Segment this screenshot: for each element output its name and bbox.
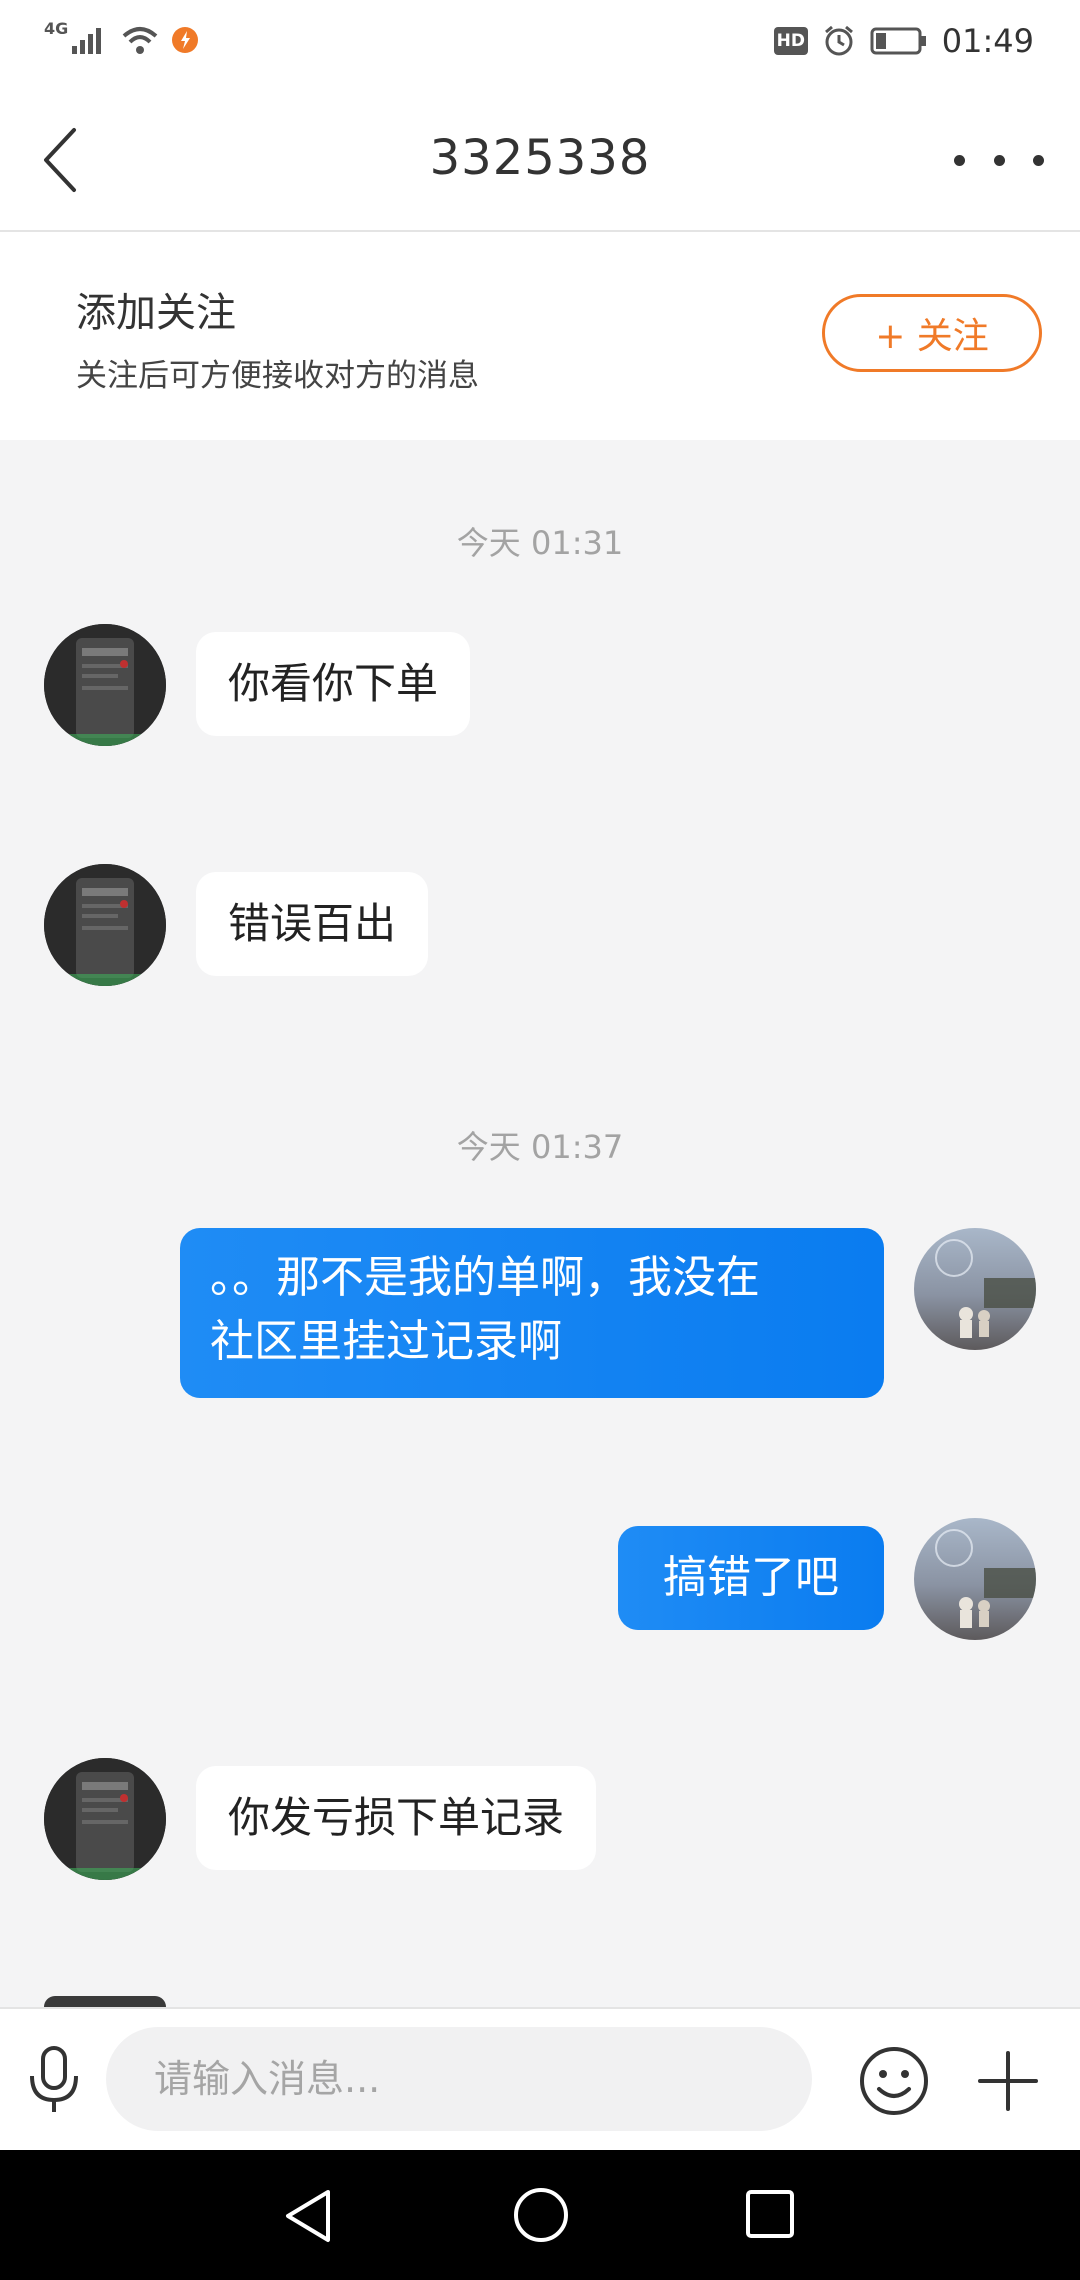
plus-icon[interactable]	[976, 2049, 1040, 2113]
nav-back-icon[interactable]	[280, 2186, 336, 2246]
more-dot	[1033, 154, 1044, 166]
incoming-message-bubble[interactable]: 你看你下单	[196, 632, 471, 736]
signal-icon	[72, 28, 102, 54]
follow-panel: 添加关注 关注后可方便接收对方的消息 + 关注	[0, 232, 1080, 440]
follow-title: 添加关注	[76, 290, 236, 336]
my-avatar[interactable]	[914, 1518, 1036, 1640]
hd-badge: HD	[773, 27, 808, 55]
incoming-message-bubble[interactable]: 错误百出	[196, 872, 429, 976]
follow-button[interactable]: + 关注	[822, 294, 1042, 372]
nav-recents-icon[interactable]	[744, 2188, 796, 2240]
input-bar	[0, 2007, 1080, 2152]
avatar-image	[44, 624, 166, 746]
battery-icon	[870, 27, 926, 55]
alarm-icon	[824, 25, 853, 56]
more-dot	[993, 154, 1005, 166]
more-options-icon[interactable]	[954, 140, 1044, 180]
timestamp: 今天 01:37	[456, 1128, 624, 1166]
status-right: HD 01:49	[773, 22, 1034, 60]
avatar-image	[44, 864, 166, 986]
system-nav-bar	[0, 2150, 1080, 2280]
status-left: 4G	[44, 19, 200, 56]
microphone-icon[interactable]	[22, 2044, 86, 2116]
avatar-image	[914, 1228, 1036, 1350]
incoming-message-bubble[interactable]: 你发亏损下单记录	[196, 1766, 597, 1870]
emoji-icon[interactable]	[858, 2045, 930, 2117]
avatar-image	[914, 1518, 1036, 1640]
timestamp: 今天 01:31	[456, 524, 624, 562]
chat-title: 3325338	[429, 130, 651, 186]
avatar-partial	[44, 1996, 166, 2007]
message-line: 。。那不是我的单啊，我没在	[210, 1252, 760, 1303]
network-type-label: 4G	[44, 18, 69, 38]
my-avatar[interactable]	[914, 1228, 1036, 1350]
message-line: 社区里挂过记录啊	[210, 1316, 562, 1367]
outgoing-message-bubble[interactable]: 。。那不是我的单啊，我没在 社区里挂过记录啊	[180, 1228, 884, 1398]
avatar[interactable]	[44, 1758, 166, 1880]
status-bar: 4G HD 01:49	[0, 0, 1080, 90]
avatar-image	[44, 1758, 166, 1880]
status-time: 01:49	[941, 22, 1034, 60]
follow-subtitle: 关注后可方便接收对方的消息	[76, 358, 479, 394]
chat-header: 3325338	[0, 90, 1080, 232]
outgoing-message-bubble[interactable]: 搞错了吧	[618, 1526, 884, 1630]
hd-badge-label: HD	[776, 31, 805, 51]
wifi-icon	[122, 27, 158, 54]
avatar[interactable]	[44, 864, 166, 986]
nav-home-icon[interactable]	[512, 2186, 570, 2244]
app-notification-icon	[172, 27, 199, 53]
avatar[interactable]	[44, 624, 166, 746]
message-input[interactable]	[106, 2027, 812, 2131]
more-dot	[954, 154, 965, 166]
